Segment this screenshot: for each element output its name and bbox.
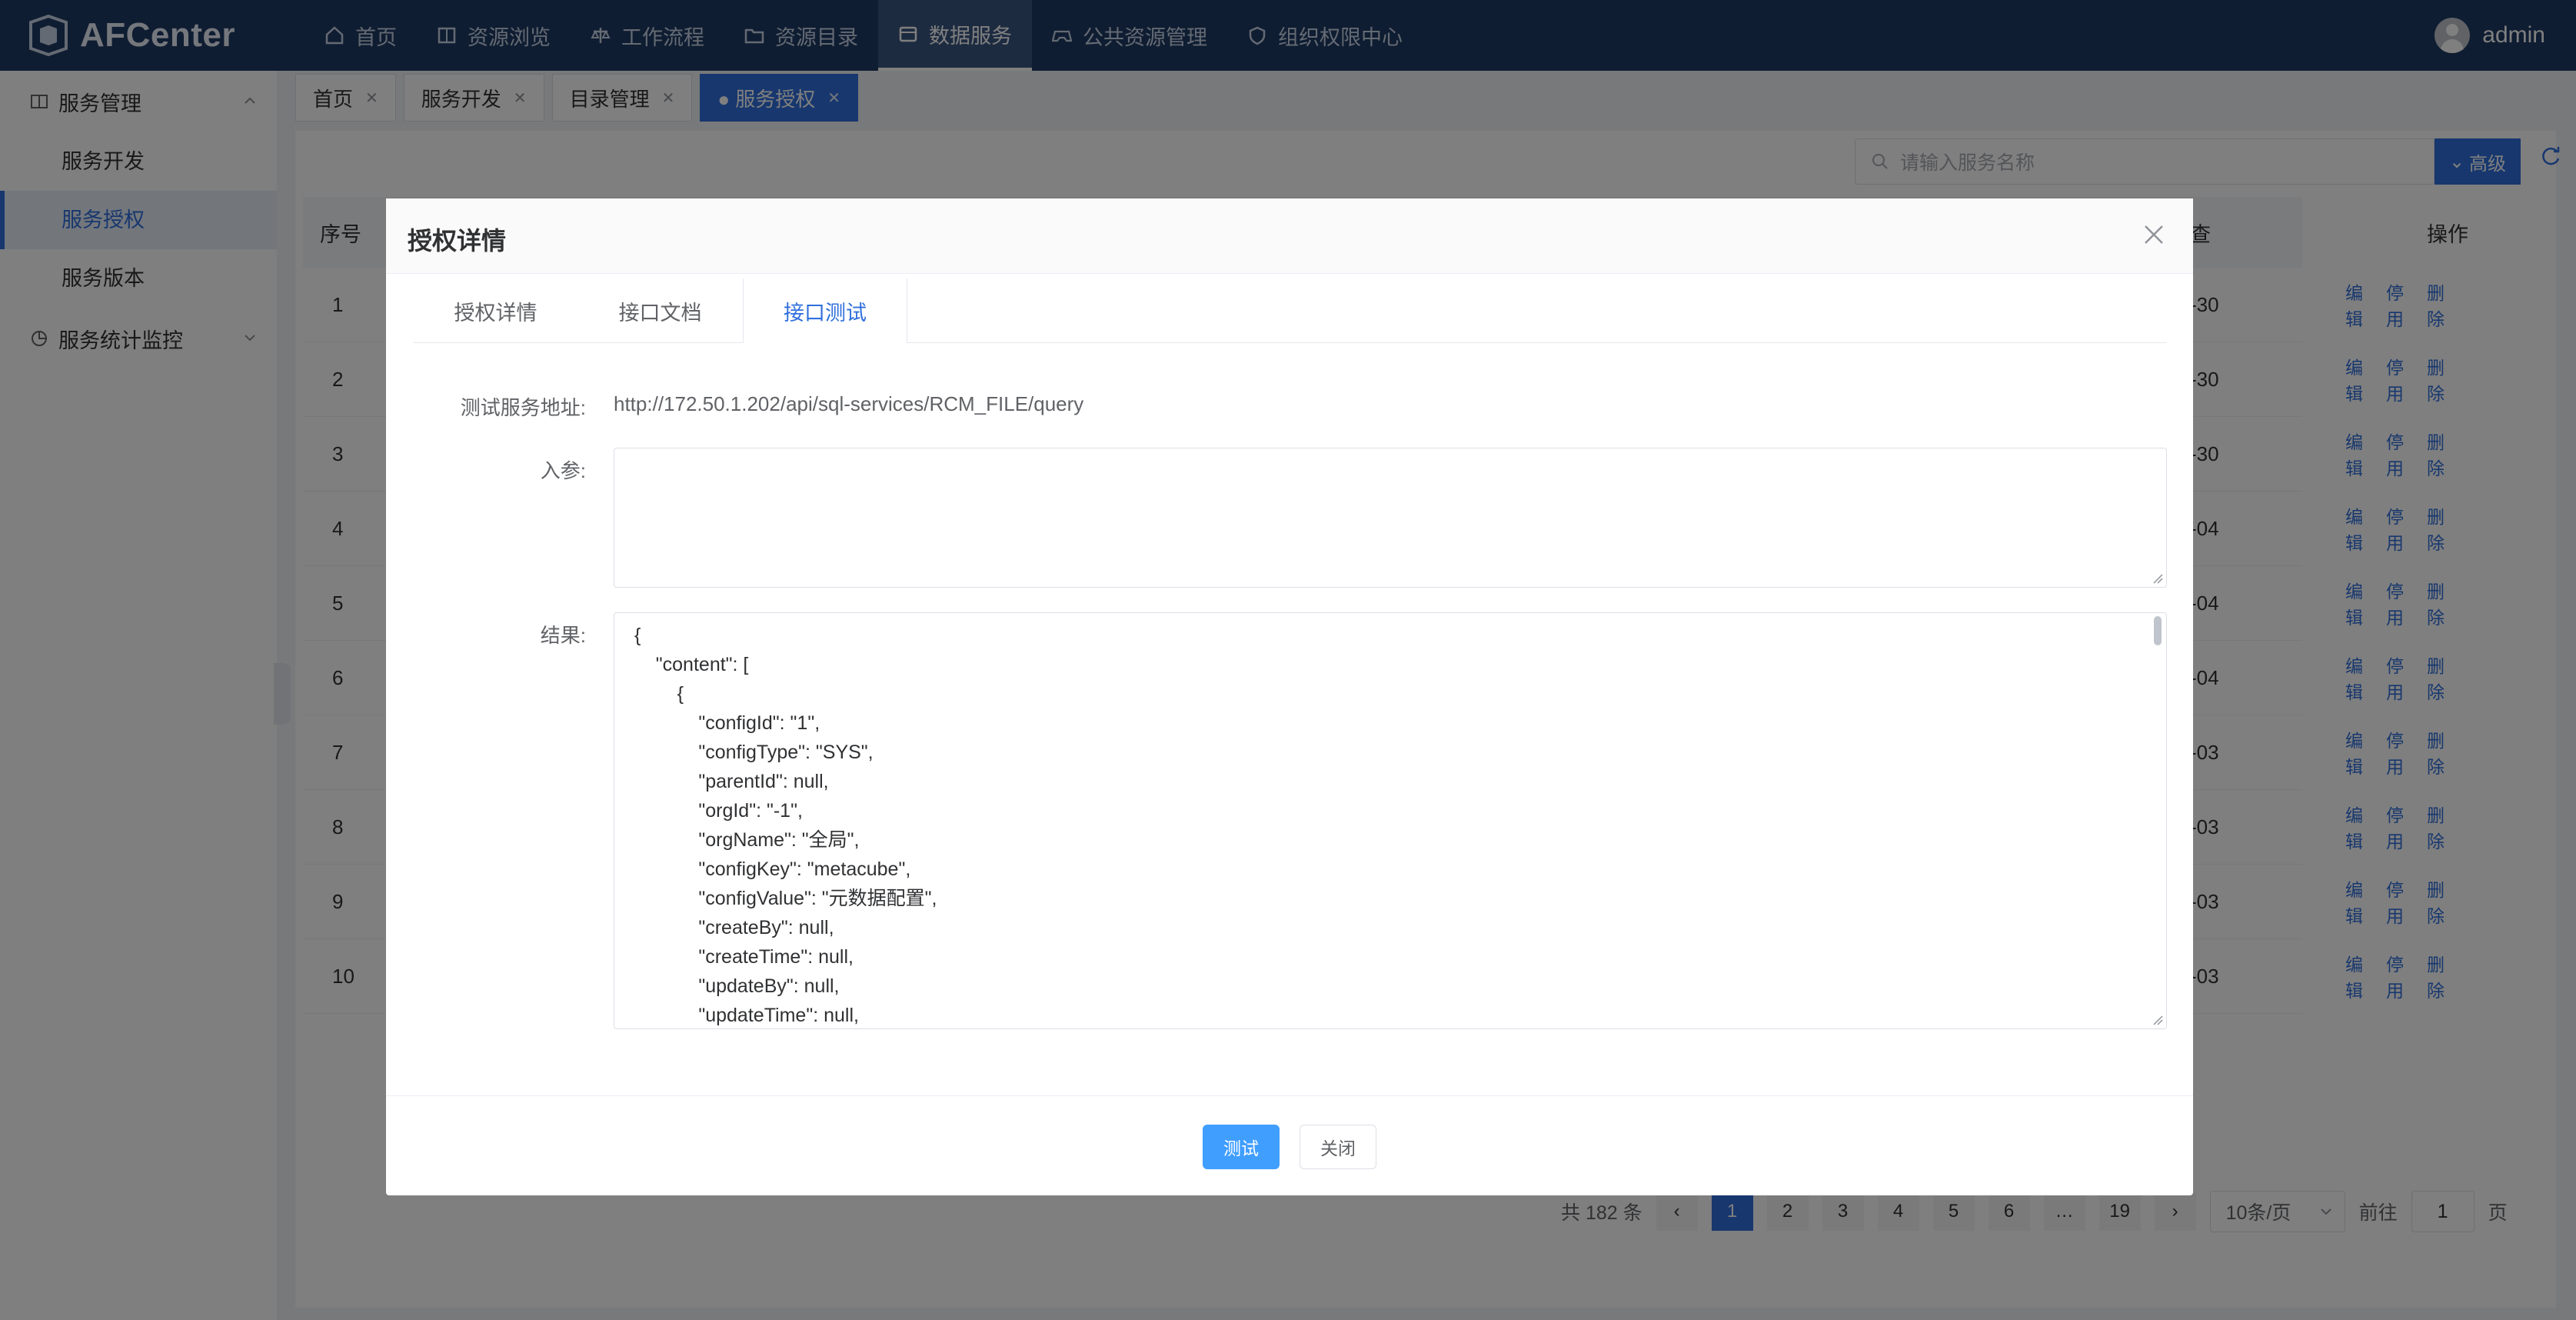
tab-api-test[interactable]: 接口测试: [743, 278, 907, 344]
dialog-footer: [386, 1095, 2193, 1195]
test-service-url: http://172.50.1.202/api/sql-services/RCM…: [614, 392, 1084, 415]
dialog-header: 授权详情: [386, 198, 2193, 274]
scrollbar[interactable]: [2154, 616, 2162, 645]
tab-api-doc[interactable]: 接口文档: [578, 278, 743, 343]
tab-auth-detail[interactable]: 授权详情: [414, 278, 578, 343]
close-button[interactable]: 关闭: [1300, 1125, 1376, 1169]
result-label: 结果:: [540, 624, 586, 647]
auth-detail-dialog: 授权详情 授权详情 接口文档 接口测试 测试服务地址: http://172.5…: [386, 198, 2193, 1195]
dialog-title: 授权详情: [408, 227, 507, 255]
dialog-tabs: 授权详情 接口文档 接口测试: [414, 278, 2167, 344]
input-params-textarea[interactable]: [614, 448, 2167, 588]
resize-handle-icon[interactable]: [2152, 1015, 2163, 1025]
input-params-label: 入参:: [540, 459, 586, 482]
test-button[interactable]: 测试: [1203, 1125, 1280, 1169]
url-label: 测试服务地址:: [460, 396, 586, 419]
close-icon[interactable]: [2142, 223, 2165, 246]
result-textarea[interactable]: { "content": [ { "configId": "1", "confi…: [614, 612, 2167, 1029]
result-json: { "content": [ { "configId": "1", "confi…: [634, 625, 937, 1026]
resize-handle-icon[interactable]: [2152, 573, 2163, 584]
